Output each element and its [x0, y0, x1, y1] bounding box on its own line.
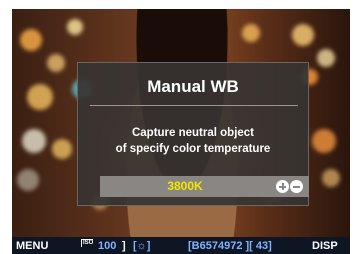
manual-wb-dialog: Manual WB Capture neutral object of spec…	[77, 62, 309, 206]
iso-tag: ISO	[81, 239, 94, 247]
dialog-title: Manual WB	[147, 77, 239, 96]
camera-screen: Manual WB Capture neutral object of spec…	[12, 9, 350, 254]
plus-icon[interactable]	[276, 180, 289, 193]
shot-counter: [B6574972 ][ 43]	[188, 240, 272, 252]
iso-value: 100	[98, 240, 117, 252]
plus-minus-icon[interactable]	[276, 180, 304, 193]
title-divider	[90, 105, 298, 106]
color-temperature-selector[interactable]: 3800K	[100, 176, 309, 197]
status-bar: MENU ISO 100 ] [☼] [B6574972 ][ 43] DISP	[12, 237, 350, 254]
color-temperature-value: 3800K	[167, 179, 203, 193]
sun-icon: [☼]	[133, 240, 151, 252]
minus-icon[interactable]	[290, 180, 303, 193]
disp-button[interactable]: DISP	[312, 240, 338, 252]
menu-button[interactable]: MENU	[16, 240, 48, 252]
dialog-message-line-1: Capture neutral object	[131, 127, 255, 139]
iso-bracket: ]	[122, 240, 126, 252]
dialog-message-line-2: of specify color temperature	[115, 143, 271, 155]
